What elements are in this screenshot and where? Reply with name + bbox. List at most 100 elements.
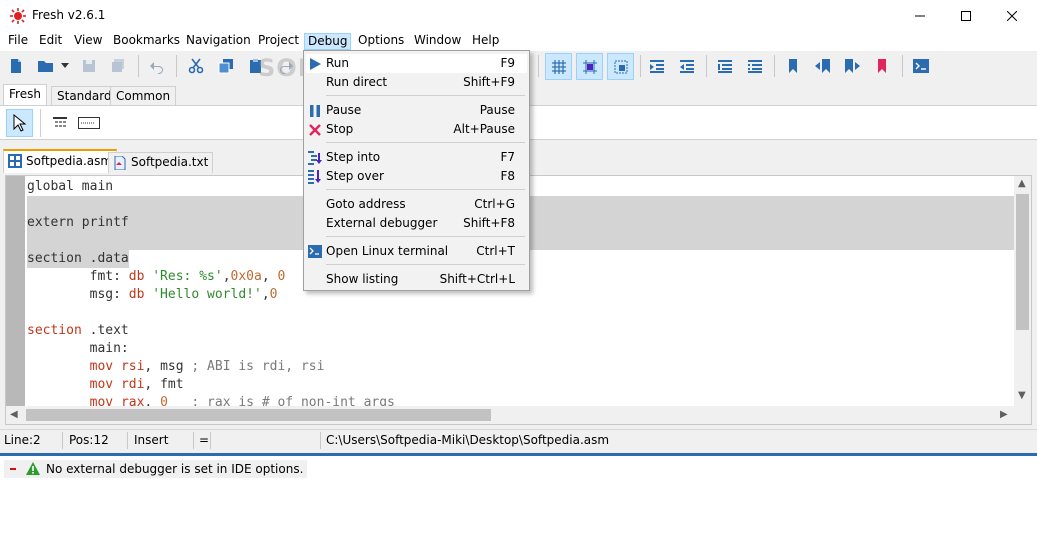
tab-label: Softpedia.asm <box>26 154 113 168</box>
tab-standard[interactable]: Standard <box>51 86 118 106</box>
tab-fresh[interactable]: Fresh <box>3 84 47 106</box>
menu-item-goto-address[interactable]: Goto address Ctrl+G <box>306 195 527 214</box>
status-mode: Insert <box>134 433 169 447</box>
menu-bar: File Edit View Bookmarks Navigation Proj… <box>0 31 1037 51</box>
save-button[interactable] <box>77 54 101 78</box>
new-file-button[interactable] <box>4 54 28 78</box>
minimize-icon <box>915 15 925 16</box>
open-folder-icon <box>38 61 53 72</box>
snap-to-grid-button[interactable] <box>576 53 603 80</box>
new-file-icon <box>11 59 21 73</box>
indent-icon <box>650 60 664 73</box>
status-separator <box>193 432 194 449</box>
menu-item-pause[interactable]: Pause Pause <box>306 101 527 120</box>
menu-file[interactable]: File <box>5 33 31 50</box>
toolbar-separator <box>176 55 177 77</box>
next-bookmark-icon <box>845 59 860 73</box>
menu-item-step-into[interactable]: Step into F7 <box>306 148 527 167</box>
toggle-bookmark-button[interactable] <box>781 54 805 78</box>
menu-item-stop[interactable]: Stop Alt+Pause <box>306 120 527 139</box>
menu-item-run-direct[interactable]: Run direct Shift+F9 <box>306 73 527 92</box>
edit-component-button[interactable] <box>76 112 102 134</box>
open-recent-dropdown[interactable] <box>58 54 72 78</box>
menu-item-open-linux-terminal[interactable]: Open Linux terminal Ctrl+T <box>306 242 527 261</box>
bookmark-red-icon <box>878 59 886 73</box>
undo-button[interactable] <box>145 54 169 78</box>
maximize-button[interactable] <box>943 0 989 31</box>
minimize-button[interactable] <box>897 0 943 31</box>
prev-bookmark-button[interactable] <box>811 54 835 78</box>
prev-bookmark-icon <box>815 59 830 73</box>
next-bookmark-button[interactable] <box>840 54 864 78</box>
tab-label: Softpedia.txt <box>131 155 209 169</box>
save-all-button[interactable] <box>106 54 130 78</box>
code-line-text: section .data <box>27 250 129 268</box>
vertical-scroll-thumb[interactable] <box>1016 194 1029 330</box>
status-pos: Pos:12 <box>69 433 109 447</box>
scroll-left-icon[interactable]: ◀ <box>10 409 18 420</box>
tab-common[interactable]: Common <box>110 86 177 106</box>
horizontal-scroll-thumb[interactable] <box>26 409 491 421</box>
code-line: section .text <box>27 323 129 338</box>
pause-icon <box>307 103 322 118</box>
menu-window[interactable]: Window <box>411 33 464 50</box>
scroll-down-icon[interactable]: ▼ <box>1018 390 1026 401</box>
menu-view[interactable]: View <box>71 33 105 50</box>
message-item[interactable]: No external debugger is set in IDE optio… <box>4 460 308 478</box>
keyword: mov <box>89 377 114 392</box>
form-component-button[interactable] <box>48 112 72 134</box>
palette-separator <box>40 109 41 137</box>
menu-debug[interactable]: Debug <box>304 33 352 50</box>
code-comment: ; rax is # of non-int args <box>191 395 395 406</box>
menu-separator <box>326 264 525 265</box>
menu-edit[interactable]: Edit <box>36 33 65 50</box>
menu-help[interactable]: Help <box>469 33 502 50</box>
string-literal: 'Hello world!' <box>152 287 262 302</box>
pointer-tool-button[interactable] <box>6 109 33 137</box>
menu-item-external-debugger[interactable]: External debugger Shift+F8 <box>306 214 527 233</box>
comment-lines-icon <box>718 60 732 73</box>
show-bounds-button[interactable] <box>607 53 634 80</box>
code-line: mov rdi, fmt <box>89 377 184 392</box>
terminal-icon <box>307 244 322 259</box>
debug-menu-dropdown: Run F9 Run direct Shift+F9 Pause Pause S… <box>303 50 530 291</box>
uncomment-button[interactable] <box>743 54 767 78</box>
keyword: db <box>128 287 145 302</box>
tab-softpedia-asm[interactable]: Softpedia.asm <box>3 149 118 173</box>
menu-item-show-listing[interactable]: Show listing Shift+Ctrl+L <box>306 270 527 289</box>
step-over-icon <box>307 169 322 184</box>
clear-bookmarks-button[interactable] <box>870 54 894 78</box>
horizontal-scrollbar[interactable]: ◀ ▶ <box>6 406 1031 424</box>
menu-project[interactable]: Project <box>255 33 302 50</box>
close-button[interactable] <box>989 0 1035 31</box>
indent-button[interactable] <box>645 54 669 78</box>
cut-icon <box>188 58 204 74</box>
uncomment-lines-icon <box>748 60 762 73</box>
scroll-right-icon[interactable]: ▶ <box>1000 409 1008 420</box>
menu-bookmarks[interactable]: Bookmarks <box>110 33 183 50</box>
undo-icon <box>150 62 163 74</box>
outdent-button[interactable] <box>675 54 699 78</box>
cursor-pointer-icon <box>13 114 26 132</box>
register: rsi <box>120 359 145 374</box>
grid-icon <box>551 59 566 74</box>
open-file-button[interactable] <box>34 54 58 78</box>
menu-options[interactable]: Options <box>355 33 407 50</box>
menu-navigation[interactable]: Navigation <box>183 33 254 50</box>
toggle-grid-button[interactable] <box>545 53 572 80</box>
vertical-scrollbar[interactable]: ▲ ▼ <box>1014 176 1031 406</box>
copy-button[interactable] <box>214 54 238 78</box>
comment-button[interactable] <box>713 54 737 78</box>
scroll-up-icon[interactable]: ▲ <box>1018 178 1026 189</box>
menu-item-step-over[interactable]: Step over F8 <box>306 167 527 186</box>
tab-softpedia-txt[interactable]: Softpedia.txt <box>108 152 214 173</box>
menu-item-run[interactable]: Run F9 <box>306 54 527 73</box>
cut-button[interactable] <box>184 54 208 78</box>
keyword: db <box>128 269 145 284</box>
fresh-logo-icon <box>10 8 26 24</box>
terminal-button[interactable] <box>909 54 933 78</box>
asm-file-icon <box>8 154 22 168</box>
message-text: No external debugger is set in IDE optio… <box>46 462 304 476</box>
chevron-down-icon <box>61 63 69 68</box>
